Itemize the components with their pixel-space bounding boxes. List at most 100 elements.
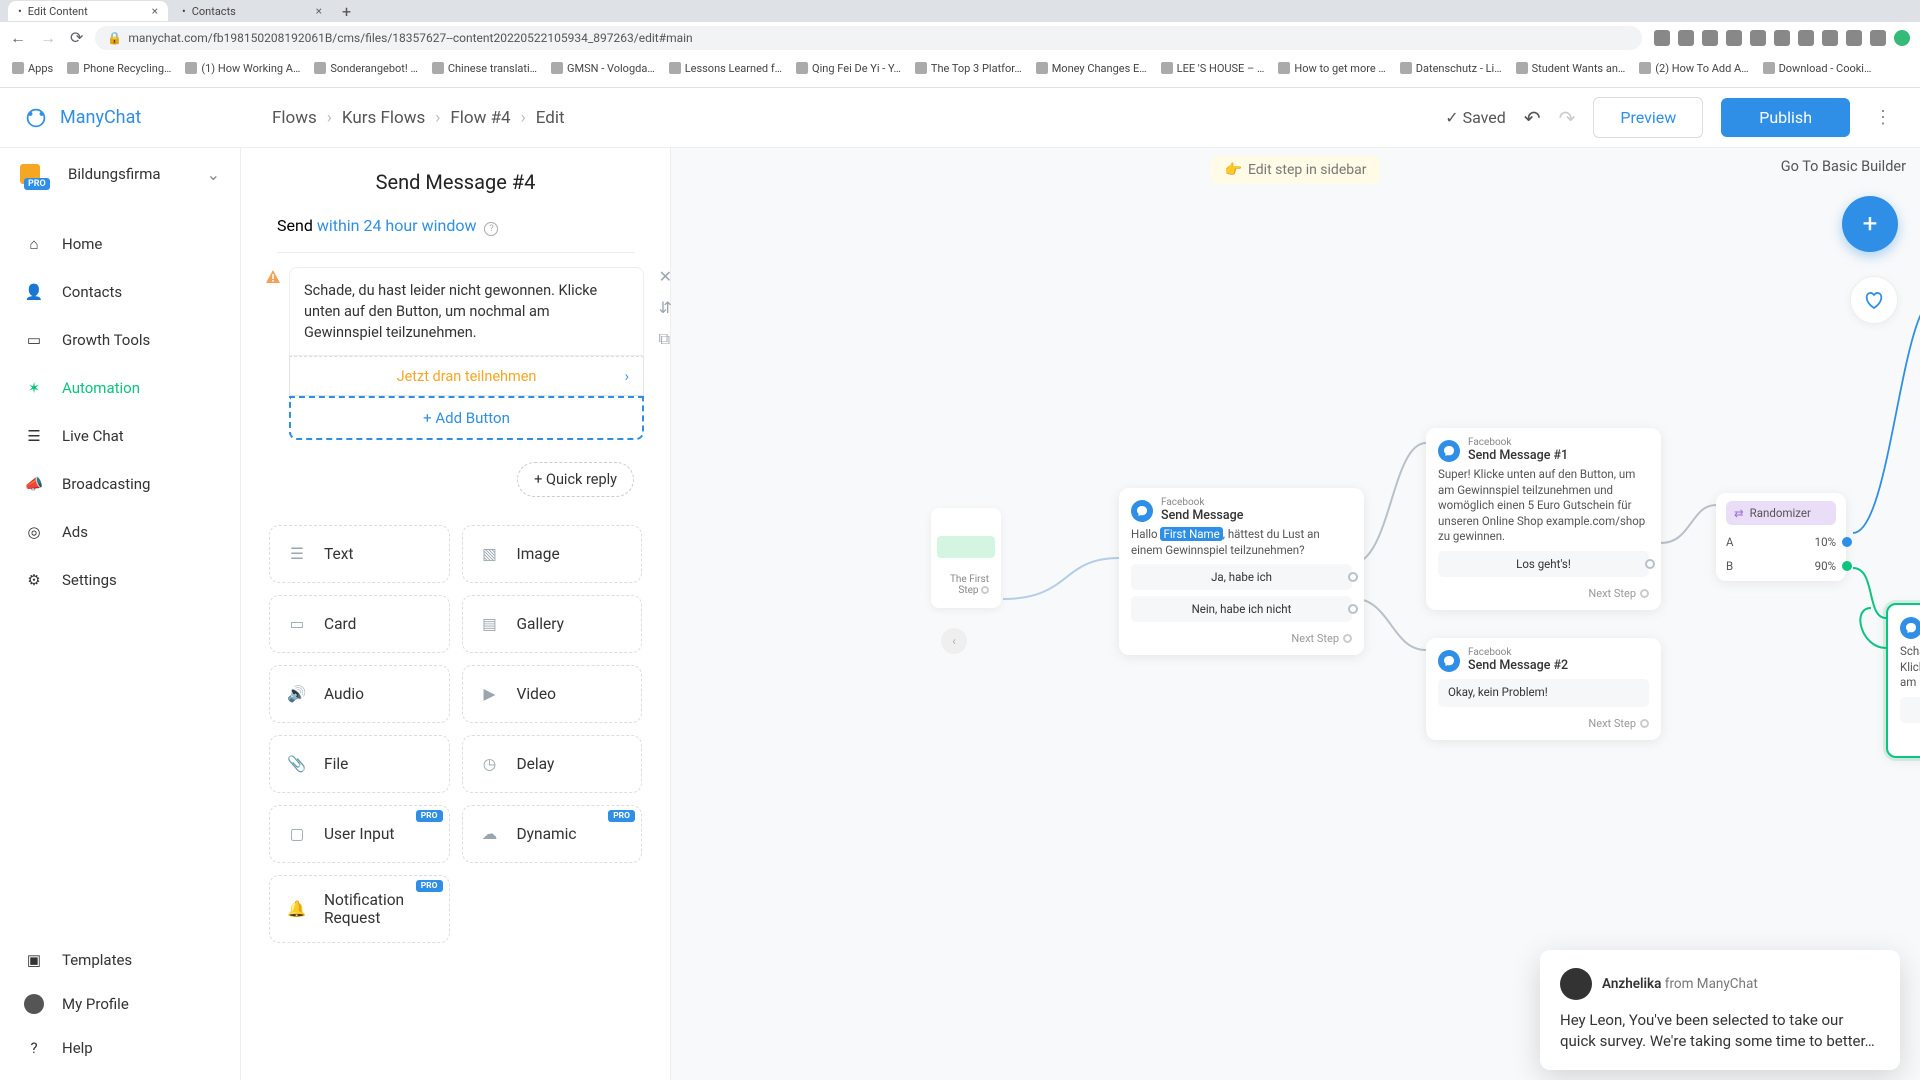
preview-button[interactable]: Preview: [1593, 97, 1703, 138]
send-window-link[interactable]: within 24 hour window: [317, 216, 477, 235]
node-first-step[interactable]: The First Step: [931, 508, 1001, 608]
out-port[interactable]: [1842, 537, 1852, 547]
chat-widget[interactable]: Anzhelika from ManyChat Hey Leon, You've…: [1540, 950, 1900, 1070]
rand-branch-b[interactable]: B90%: [1726, 559, 1836, 573]
panel-title[interactable]: Send Message #4: [251, 162, 660, 210]
reply-button[interactable]: Jetzt dran teilnehmen: [1900, 697, 1920, 723]
forward-icon[interactable]: →: [40, 28, 56, 48]
flow-canvas[interactable]: 👉Edit step in sidebar Go To Basic Builde…: [671, 148, 1920, 1080]
bookmark-item[interactable]: Qing Fei De Yi - Y…: [796, 62, 901, 75]
basic-builder-link[interactable]: Go To Basic Builder: [1781, 158, 1906, 175]
ext-icon[interactable]: [1870, 30, 1886, 46]
block-text[interactable]: ☰Text: [269, 525, 450, 583]
redo-icon[interactable]: ↷: [1559, 106, 1576, 130]
block-gallery[interactable]: ▤Gallery: [462, 595, 643, 653]
quick-reply-button[interactable]: + Quick reply: [517, 462, 634, 497]
message-button[interactable]: Jetzt dran teilnehmen ›: [289, 356, 644, 396]
node-randomizer[interactable]: ⇄Randomizer A10% B90%: [1716, 493, 1846, 581]
breadcrumb-item[interactable]: Flow #4: [450, 108, 510, 128]
bookmark-item[interactable]: LEE 'S HOUSE – …: [1161, 62, 1265, 75]
ext-icon[interactable]: [1750, 30, 1766, 46]
bookmark-item[interactable]: Money Changes E…: [1036, 62, 1147, 75]
ext-icon[interactable]: [1726, 30, 1742, 46]
block-delay[interactable]: ◷Delay: [462, 735, 643, 793]
kebab-icon[interactable]: ⋮: [1868, 107, 1898, 128]
breadcrumb-item[interactable]: Kurs Flows: [342, 108, 425, 128]
nav-automation[interactable]: ✶Automation: [0, 364, 240, 412]
nav-home[interactable]: ⌂Home: [0, 220, 240, 268]
block-user-input[interactable]: PRO▢User Input: [269, 805, 450, 863]
close-icon[interactable]: ×: [316, 4, 322, 18]
bookmark-item[interactable]: Download - Cooki…: [1763, 62, 1872, 75]
bookmark-item[interactable]: Datenschutz - Li…: [1400, 62, 1502, 75]
bookmark-item[interactable]: How to get more …: [1278, 62, 1385, 75]
block-audio[interactable]: 🔊Audio: [269, 665, 450, 723]
nav-templates[interactable]: ▣Templates: [0, 938, 240, 982]
rand-branch-a[interactable]: A10%: [1726, 535, 1836, 549]
node-send-message-1[interactable]: FacebookSend Message #1 Super! Klicke un…: [1426, 428, 1661, 610]
nav-broadcasting[interactable]: 📣Broadcasting: [0, 460, 240, 508]
nav-ads[interactable]: ◎Ads: [0, 508, 240, 556]
back-icon[interactable]: ←: [10, 28, 26, 48]
close-icon[interactable]: ×: [152, 4, 158, 18]
out-port[interactable]: [1348, 572, 1358, 582]
nav-growth[interactable]: ▭Growth Tools: [0, 316, 240, 364]
collapse-canvas-icon[interactable]: ‹: [941, 628, 967, 654]
out-port[interactable]: [1645, 559, 1655, 569]
message-text-input[interactable]: Schade, du hast leider nicht gewonnen. K…: [289, 267, 644, 356]
copy-icon[interactable]: ⧉: [659, 329, 672, 349]
add-step-fab[interactable]: +: [1842, 196, 1898, 252]
logo[interactable]: ManyChat: [22, 106, 242, 130]
reply-button[interactable]: Nein, habe ich nicht: [1131, 596, 1352, 622]
ext-icon[interactable]: [1894, 30, 1910, 46]
undo-icon[interactable]: ↶: [1524, 106, 1541, 130]
browser-tab[interactable]: • Contacts ×: [172, 1, 332, 21]
bookmark-item[interactable]: Sonderangebot! …: [314, 62, 417, 75]
next-step[interactable]: Next Step: [1438, 717, 1649, 730]
node-send-message-4[interactable]: + − ✦ FacebookSend Message #4 Schade, du…: [1886, 603, 1920, 758]
node-send-message[interactable]: FacebookSend Message Hallo First Name, h…: [1119, 488, 1364, 655]
bookmark-item[interactable]: Lessons Learned f…: [669, 62, 782, 75]
edit-step-hint[interactable]: 👉Edit step in sidebar: [1211, 156, 1381, 184]
ext-icon[interactable]: [1678, 30, 1694, 46]
bookmark-item[interactable]: The Top 3 Platfor…: [915, 62, 1022, 75]
block-file[interactable]: 📎File: [269, 735, 450, 793]
ext-icon[interactable]: [1774, 30, 1790, 46]
next-step[interactable]: Next Step: [1438, 587, 1649, 600]
nav-profile[interactable]: My Profile: [0, 982, 240, 1026]
nav-help[interactable]: ?Help: [0, 1026, 240, 1070]
info-icon[interactable]: ?: [484, 222, 498, 236]
nav-contacts[interactable]: 👤Contacts: [0, 268, 240, 316]
bookmark-item[interactable]: Phone Recycling…: [67, 62, 171, 75]
add-button[interactable]: + Add Button: [289, 396, 644, 440]
next-step[interactable]: Next Step: [1131, 632, 1352, 645]
bookmark-item[interactable]: GMSN - Vologda…: [551, 62, 655, 75]
reply-button[interactable]: Los geht's!: [1438, 551, 1649, 577]
block-image[interactable]: ▧Image: [462, 525, 643, 583]
block-card[interactable]: ▭Card: [269, 595, 450, 653]
bookmark-item[interactable]: Student Wants an…: [1516, 62, 1626, 75]
close-icon[interactable]: ✕: [659, 267, 672, 286]
nav-livechat[interactable]: ☰Live Chat: [0, 412, 240, 460]
bookmark-item[interactable]: Chinese translati…: [432, 62, 537, 75]
nav-settings[interactable]: ⚙Settings: [0, 556, 240, 604]
ext-icon[interactable]: [1702, 30, 1718, 46]
ext-icon[interactable]: [1798, 30, 1814, 46]
reply-button[interactable]: Ja, habe ich: [1131, 564, 1352, 590]
out-port[interactable]: [1842, 561, 1852, 571]
block-notification[interactable]: PRO🔔NotificationRequest: [269, 875, 450, 943]
out-port[interactable]: [981, 586, 989, 594]
browser-tab-active[interactable]: • Edit Content ×: [8, 1, 168, 21]
resize-icon[interactable]: ⇵: [659, 298, 672, 317]
reload-icon[interactable]: ⟳: [70, 28, 83, 48]
ext-icon[interactable]: [1654, 30, 1670, 46]
breadcrumb-item[interactable]: Flows: [272, 108, 317, 128]
url-field[interactable]: 🔒 manychat.com/fb198150208192061B/cms/fi…: [95, 26, 1642, 50]
out-port[interactable]: [1348, 604, 1358, 614]
bookmark-item[interactable]: (1) How Working A…: [185, 62, 300, 75]
block-dynamic[interactable]: PRO☁Dynamic: [462, 805, 643, 863]
favorite-fab[interactable]: [1850, 276, 1898, 324]
block-video[interactable]: ▶Video: [462, 665, 643, 723]
workspace-selector[interactable]: PRO Bildungsfirma ⌄: [0, 154, 240, 194]
bookmark-item[interactable]: Apps: [12, 62, 53, 75]
